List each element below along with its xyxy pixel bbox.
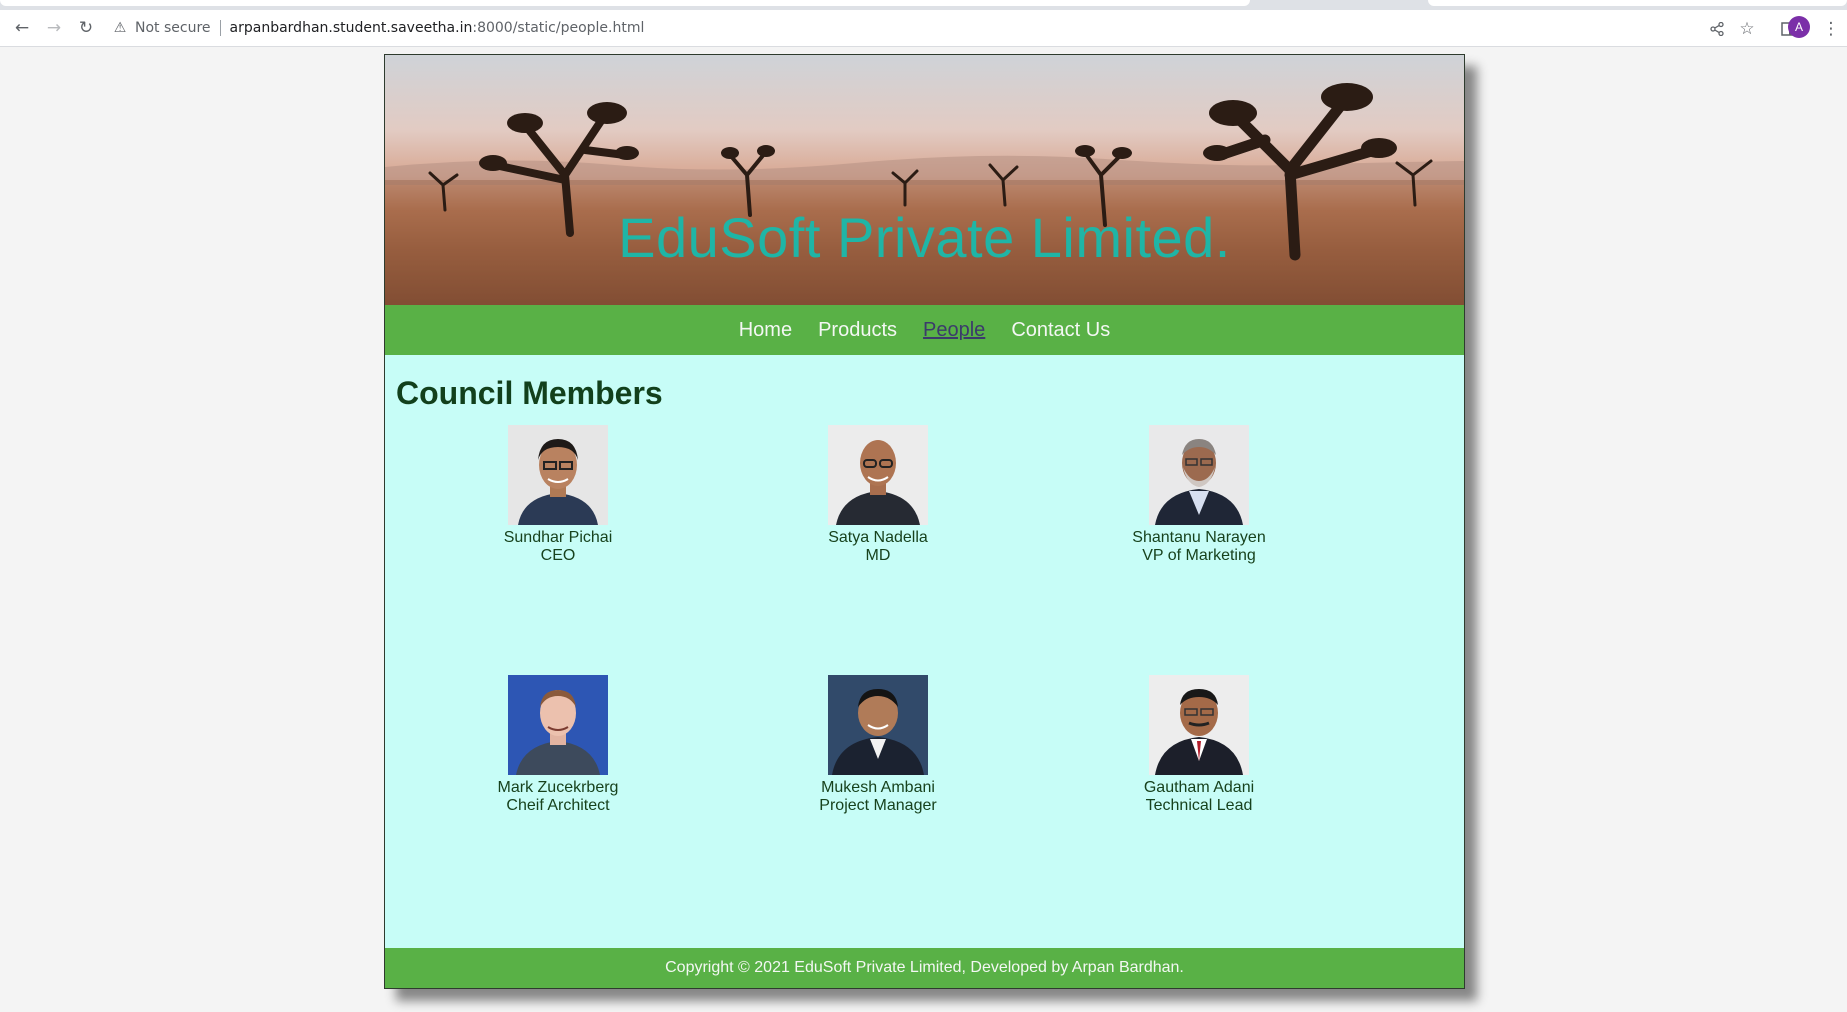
url-path[interactable]: :8000/static/people.html [472,20,644,36]
main-content: Council Members Sundhar Pichai CEO Satya… [385,355,1464,951]
member-card: Sundhar Pichai CEO [458,425,658,565]
member-card: Mark Zucekrberg Cheif Architect [458,675,658,815]
nav-people-link[interactable]: People [923,319,985,342]
share-icon[interactable] [1704,16,1730,42]
forward-icon[interactable]: → [41,15,67,41]
tab-strip [0,0,1847,10]
copyright-text: Copyright © 2021 EduSoft Private Limited… [665,959,1184,976]
member-role: Technical Lead [1145,797,1253,814]
profile-avatar[interactable]: A [1788,16,1810,38]
nav-contact-link[interactable]: Contact Us [1011,319,1110,342]
member-name: Mukesh Ambani [821,779,935,796]
security-label[interactable]: Not secure [135,20,211,36]
warning-icon[interactable]: ⚠ [112,20,128,36]
member-name: Sundhar Pichai [503,529,613,546]
member-name: Shantanu Narayen [1132,529,1266,546]
member-card: Satya Nadella MD [778,425,978,565]
member-card: Gautham Adani Technical Lead [1099,675,1299,815]
member-card: Shantanu Narayen VP of Marketing [1099,425,1299,565]
nav-products-link[interactable]: Products [818,319,897,342]
site-title: EduSoft Private Limited. [618,206,1231,269]
header-banner: EduSoft Private Limited. [385,55,1464,305]
member-name: Gautham Adani [1143,779,1255,796]
member-photo [828,425,928,525]
nav-home-link[interactable]: Home [739,319,792,342]
member-role: Cheif Architect [506,797,610,814]
member-photo [508,675,608,775]
member-role: CEO [540,547,576,564]
reload-icon[interactable]: ↻ [73,15,99,41]
member-name: Mark Zucekrberg [497,779,619,796]
address-bar[interactable]: ⚠ Not secure arpanbardhan.student.saveet… [112,13,1847,43]
back-icon[interactable]: ← [9,15,35,41]
member-role: Project Manager [819,797,937,814]
member-photo [508,425,608,525]
menu-kebab-icon[interactable]: ⋮ [1818,16,1844,42]
bookmark-star-icon[interactable]: ☆ [1734,16,1760,42]
member-photo [1149,425,1249,525]
tab-inactive[interactable] [0,0,1250,6]
section-title: Council Members [396,375,663,411]
member-card: Mukesh Ambani Project Manager [778,675,978,815]
member-role: MD [865,547,891,564]
page-container: EduSoft Private Limited. Home Products P… [384,54,1465,989]
tab-inactive[interactable] [1428,0,1847,6]
url-host[interactable]: arpanbardhan.student.saveetha.in [230,20,473,36]
member-name: Satya Nadella [828,529,928,546]
member-role: VP of Marketing [1142,547,1256,564]
member-photo [828,675,928,775]
page-footer: Copyright © 2021 EduSoft Private Limited… [385,948,1464,988]
member-photo [1149,675,1249,775]
main-navigation: Home Products People Contact Us [385,305,1464,355]
address-divider [219,20,221,36]
browser-toolbar: ← → ↻ ⚠ Not secure arpanbardhan.student.… [0,10,1847,47]
